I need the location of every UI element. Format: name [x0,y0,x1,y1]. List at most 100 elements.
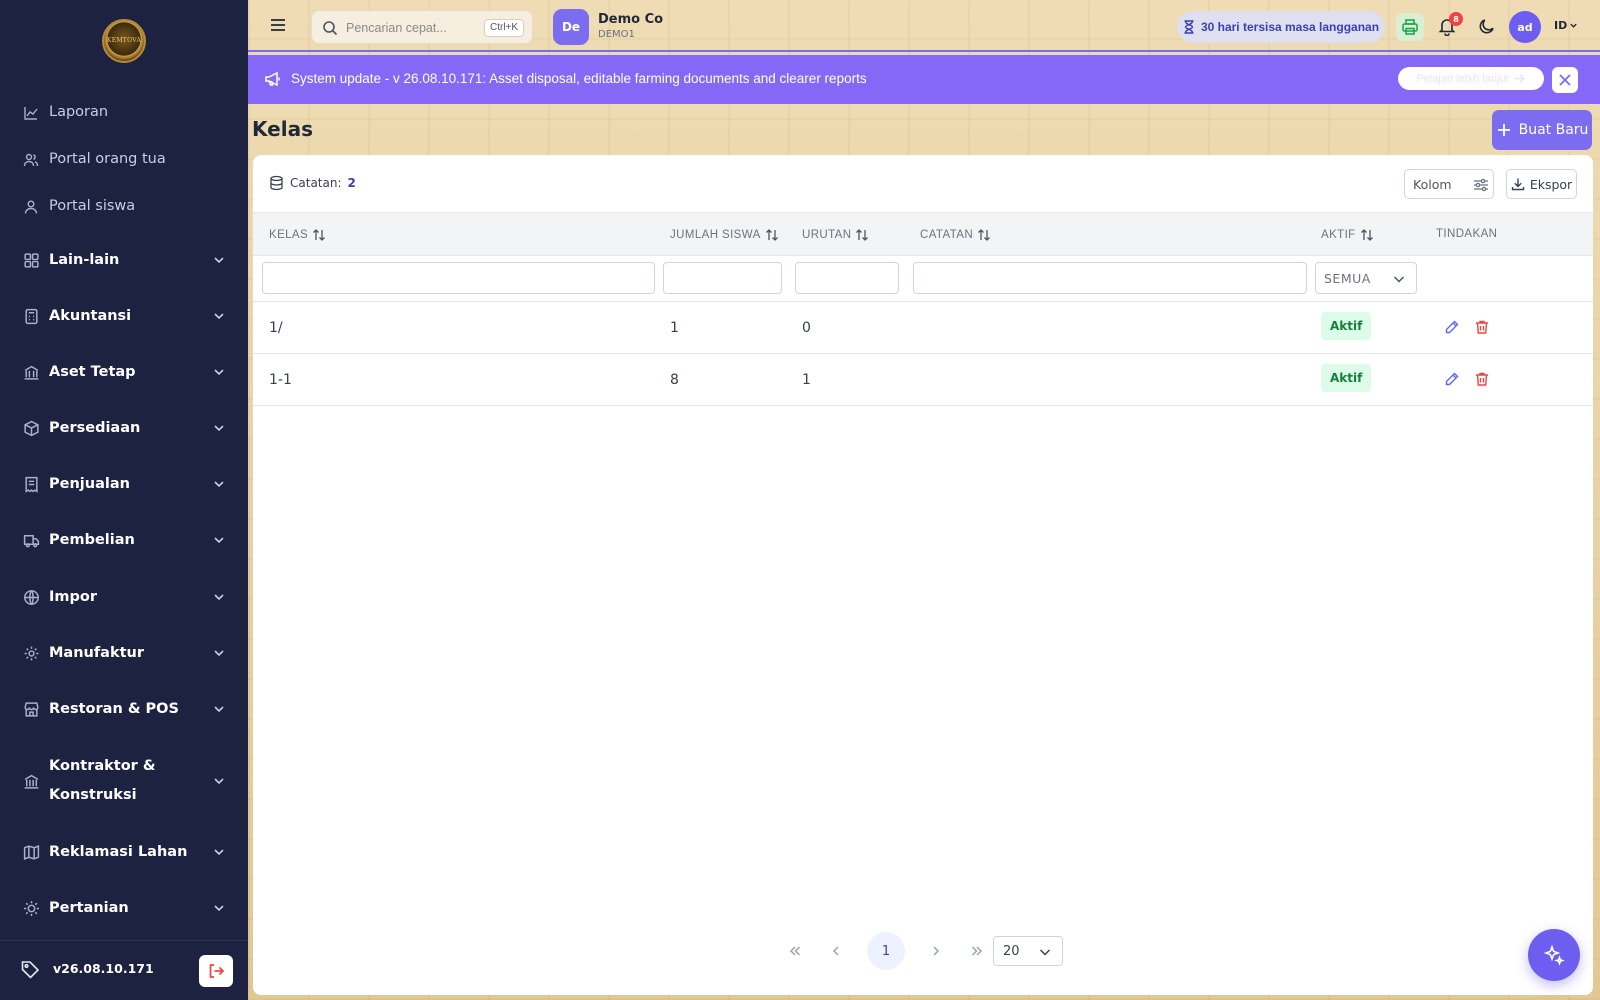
sidebar-group-label: Pembelian [49,532,135,548]
pagination: 1 20 [253,931,1593,971]
create-new-button[interactable]: Buat Baru [1492,110,1592,150]
sidebar-group-lain-lain[interactable]: Lain-lain [0,246,248,275]
column-header-aktif[interactable]: AKTIF [1321,228,1374,242]
sidebar-group-label: Aset Tetap [49,364,136,380]
chart-line-icon [22,104,40,122]
sidebar-group-label: Restoran & POS [49,701,179,717]
sidebar-group-aset-tetap[interactable]: Aset Tetap [0,358,248,387]
subscription-status[interactable]: 30 hari tersisa masa langganan [1177,11,1385,43]
column-header-kelas[interactable]: KELAS [269,228,326,242]
language-selector[interactable]: ID [1554,19,1578,32]
user-icon [22,198,40,216]
column-header-catatan[interactable]: CATATAN [920,228,991,242]
sidebar-group-pembelian[interactable]: Pembelian [0,526,248,555]
arrow-right-icon [1513,74,1525,83]
sidebar-item-portal-siswa[interactable]: Portal siswa [0,192,248,221]
page-size-select[interactable]: 20 [993,936,1063,966]
map-icon [22,844,40,862]
app-version: v26.08.10.171 [53,961,154,976]
column-header-tindakan: TINDAKAN [1436,228,1497,240]
column-header-label: CATATAN [920,229,974,241]
filter-aktif-select[interactable]: SEMUA [1315,262,1417,294]
sidebar-group-penjualan[interactable]: Penjualan [0,470,248,499]
filter-aktif-value: SEMUA [1324,271,1371,286]
delete-icon[interactable] [1474,371,1490,391]
hourglass-icon [1184,20,1194,34]
company-logo[interactable]: KEMTOVA [102,19,146,63]
table-row[interactable]: 1/ 1 0 Aktif [253,302,1593,354]
column-header-label: URUTAN [802,229,852,241]
user-avatar[interactable]: ad [1509,11,1541,43]
building-icon [22,772,40,790]
sidebar-group-akuntansi[interactable]: Akuntansi [0,302,248,331]
filter-jumlah-siswa-input[interactable] [663,262,782,294]
columns-button[interactable]: Kolom [1404,169,1494,199]
chevron-down-icon [214,369,224,376]
column-header-urutan[interactable]: URUTAN [802,228,869,242]
company-code: DEMO1 [598,29,635,40]
bank-icon [22,364,40,382]
sidebar-group-label: Persediaan [49,420,141,436]
edit-icon[interactable] [1444,371,1460,391]
chevron-down-icon [214,313,224,320]
column-header-jumlah-siswa[interactable]: JUMLAH SISWA [670,228,779,242]
column-header-label: AKTIF [1321,229,1356,241]
sort-icon [313,229,326,241]
notification-badge: 8 [1449,12,1463,26]
company-avatar[interactable]: De [553,9,589,45]
sidebar-item-portal-orang-tua[interactable]: Portal orang tua [0,145,248,174]
menu-toggle-icon[interactable] [269,16,287,38]
next-page-icon[interactable] [924,939,948,963]
print-button[interactable] [1396,13,1424,41]
filter-kelas-input[interactable] [262,262,655,294]
cell-jumlah-siswa: 8 [670,372,679,388]
table-header: KELAS JUMLAH SISWA URUTAN CATATAN AKTIF … [253,212,1593,256]
sort-icon [856,229,869,241]
sidebar-item-label: Portal siswa [49,198,136,214]
first-page-icon[interactable] [783,939,807,963]
sidebar-group-persediaan[interactable]: Persediaan [0,414,248,443]
logout-button[interactable] [199,955,233,987]
sort-icon [978,229,991,241]
filter-catatan-input[interactable] [913,262,1307,294]
sidebar-group-label: Impor [49,589,97,605]
current-page[interactable]: 1 [867,932,905,970]
topbar: Ctrl+K De Demo Co DEMO1 30 hari tersisa … [248,0,1600,52]
previous-page-icon[interactable] [824,939,848,963]
announcement-close-button[interactable] [1552,67,1578,93]
sidebar-group-label: Manufaktur [49,645,145,661]
globe-icon [22,589,40,607]
logo-text: KEMTOVA [106,37,142,44]
delete-icon[interactable] [1474,319,1490,339]
chevron-down-icon [214,650,224,657]
sidebar-group-label: Penjualan [49,476,130,492]
sidebar-group-kontraktor-konstruksi[interactable]: Kontraktor & Konstruksi [0,752,248,810]
filter-urutan-input[interactable] [795,262,899,294]
calculator-icon [22,308,40,326]
status-badge: Aktif [1321,364,1372,392]
moon-icon[interactable] [1478,17,1496,39]
tag-icon [20,959,40,983]
column-header-label: KELAS [269,229,309,241]
sidebar-group-reklamasi-lahan[interactable]: Reklamasi Lahan [0,838,248,867]
download-icon [1511,178,1525,191]
company-name[interactable]: Demo Co [598,12,663,27]
sliders-icon [1474,178,1488,192]
export-button[interactable]: Ekspor [1506,169,1577,199]
filter-row: SEMUA [253,256,1593,302]
sidebar-group-impor[interactable]: Impor [0,583,248,612]
sidebar-item-laporan[interactable]: Laporan [0,98,248,127]
chevron-down-icon [1393,276,1405,283]
table-row[interactable]: 1-1 8 1 Aktif [253,354,1593,406]
sidebar-group-restoran-pos[interactable]: Restoran & POS [0,695,248,724]
learn-more-button[interactable]: Pelajari lebih lanjut [1398,67,1544,90]
sidebar-group-manufaktur[interactable]: Manufaktur [0,639,248,668]
edit-icon[interactable] [1444,319,1460,339]
box-icon [22,420,40,438]
last-page-icon[interactable] [965,939,989,963]
ai-assistant-button[interactable] [1528,929,1580,981]
search-input[interactable] [346,18,476,38]
quick-search[interactable]: Ctrl+K [311,10,533,44]
truck-icon [22,532,40,550]
sidebar-group-pertanian[interactable]: Pertanian [0,894,248,923]
